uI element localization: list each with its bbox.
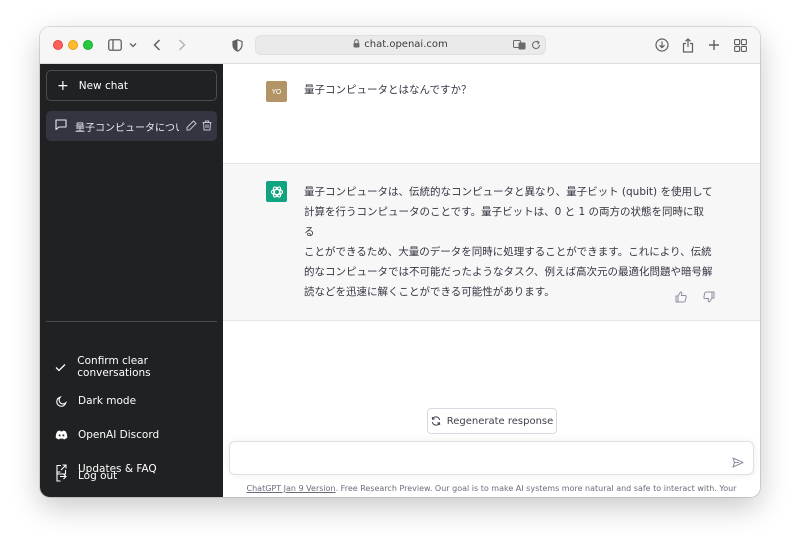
confirm-clear-conversations-link[interactable]: Confirm clear conversations (46, 353, 217, 381)
regenerate-label: Regenerate response (446, 415, 554, 427)
discord-icon (54, 430, 68, 440)
discord-label: OpenAI Discord (78, 429, 160, 441)
forward-icon[interactable] (178, 36, 186, 54)
translate-icon[interactable] (513, 38, 526, 52)
assistant-message-line: 的なコンピュータでは不可能だったようなタスク、例えば高次元の最適化問題や暗号解 (304, 266, 713, 278)
thumbs-down-icon[interactable] (703, 288, 715, 307)
openai-logo-icon (266, 181, 287, 202)
trash-icon[interactable] (202, 120, 212, 134)
shield-icon[interactable] (232, 36, 243, 54)
sidebar-divider (46, 321, 217, 322)
footer-disclaimer: ChatGPT Jan 9 Version. Free Research Pre… (233, 483, 750, 497)
conversation-item[interactable]: 量子コンピュータについ (46, 111, 217, 141)
chat-bubble-icon (55, 119, 67, 133)
assistant-message-line: ことができるため、大量のデータを同時に処理することができます。これにより、伝統 (304, 246, 712, 258)
refresh-icon (431, 416, 441, 426)
assistant-message-line: 読などを迅速に解くことができる可能性があります。 (304, 286, 555, 298)
conversation-title: 量子コンピュータについ (75, 122, 179, 134)
edit-icon[interactable] (186, 120, 197, 134)
message-input[interactable] (240, 449, 720, 469)
assistant-message-line: 計算を行うコンピュータのことです。量子ビットは、0 と 1 の両方の状態を同時に… (304, 206, 705, 238)
back-icon[interactable] (153, 36, 161, 54)
user-message-row: YO 量子コンピュータとはなんですか？ (223, 64, 760, 164)
thumbs-up-icon[interactable] (675, 288, 687, 307)
log-out-link[interactable]: Log out (46, 462, 217, 490)
share-icon[interactable] (682, 36, 694, 54)
new-tab-icon[interactable] (708, 36, 720, 54)
log-out-label: Log out (78, 470, 118, 482)
plus-icon: + (57, 77, 69, 94)
assistant-message: 量子コンピュータは、伝統的なコンピュータと異なり、量子ビット (qubit) を… (304, 182, 714, 302)
version-link[interactable]: ChatGPT Jan 9 Version (247, 484, 336, 493)
sidebar-icon[interactable] (108, 36, 122, 54)
close-window-button[interactable] (53, 40, 63, 50)
confirm-clear-label: Confirm clear conversations (77, 355, 151, 379)
download-icon[interactable] (655, 36, 669, 54)
moon-icon (54, 395, 68, 407)
send-icon[interactable] (732, 453, 744, 472)
chat-main: YO 量子コンピュータとはなんですか？ 量子コンピュータは、伝統的なコンピュータ… (223, 64, 760, 497)
footer-text: . Free Research Preview. Our goal is to … (335, 484, 737, 497)
new-chat-button[interactable]: + New chat (46, 70, 217, 101)
sidebar: + New chat 量子コンピュータについ Confirm clear con… (40, 64, 223, 497)
chevron-down-icon[interactable] (129, 36, 137, 54)
dark-mode-label: Dark mode (78, 395, 137, 407)
tab-overview-icon[interactable] (734, 36, 747, 54)
browser-toolbar: chat.openai.com (40, 27, 760, 64)
avatar: YO (266, 81, 287, 102)
message-input-box (229, 441, 754, 475)
openai-discord-link[interactable]: OpenAI Discord (46, 421, 217, 449)
logout-icon (54, 470, 68, 482)
assistant-message-line: 量子コンピュータは、伝統的なコンピュータと異なり、量子ビット (qubit) を… (304, 186, 713, 198)
check-icon (54, 363, 67, 372)
lock-icon (353, 39, 360, 51)
minimize-window-button[interactable] (68, 40, 78, 50)
user-message: 量子コンピュータとはなんですか？ (304, 84, 472, 96)
new-chat-label: New chat (78, 79, 128, 92)
url-text: chat.openai.com (364, 39, 448, 50)
regenerate-response-button[interactable]: Regenerate response (427, 408, 557, 434)
zoom-window-button[interactable] (83, 40, 93, 50)
browser-window: chat.openai.com + New chat 量子コンピュータについ C… (40, 27, 760, 497)
address-bar[interactable]: chat.openai.com (255, 35, 546, 55)
assistant-message-row: 量子コンピュータは、伝統的なコンピュータと異なり、量子ビット (qubit) を… (223, 164, 760, 321)
reload-icon[interactable] (531, 38, 541, 52)
dark-mode-link[interactable]: Dark mode (46, 387, 217, 415)
